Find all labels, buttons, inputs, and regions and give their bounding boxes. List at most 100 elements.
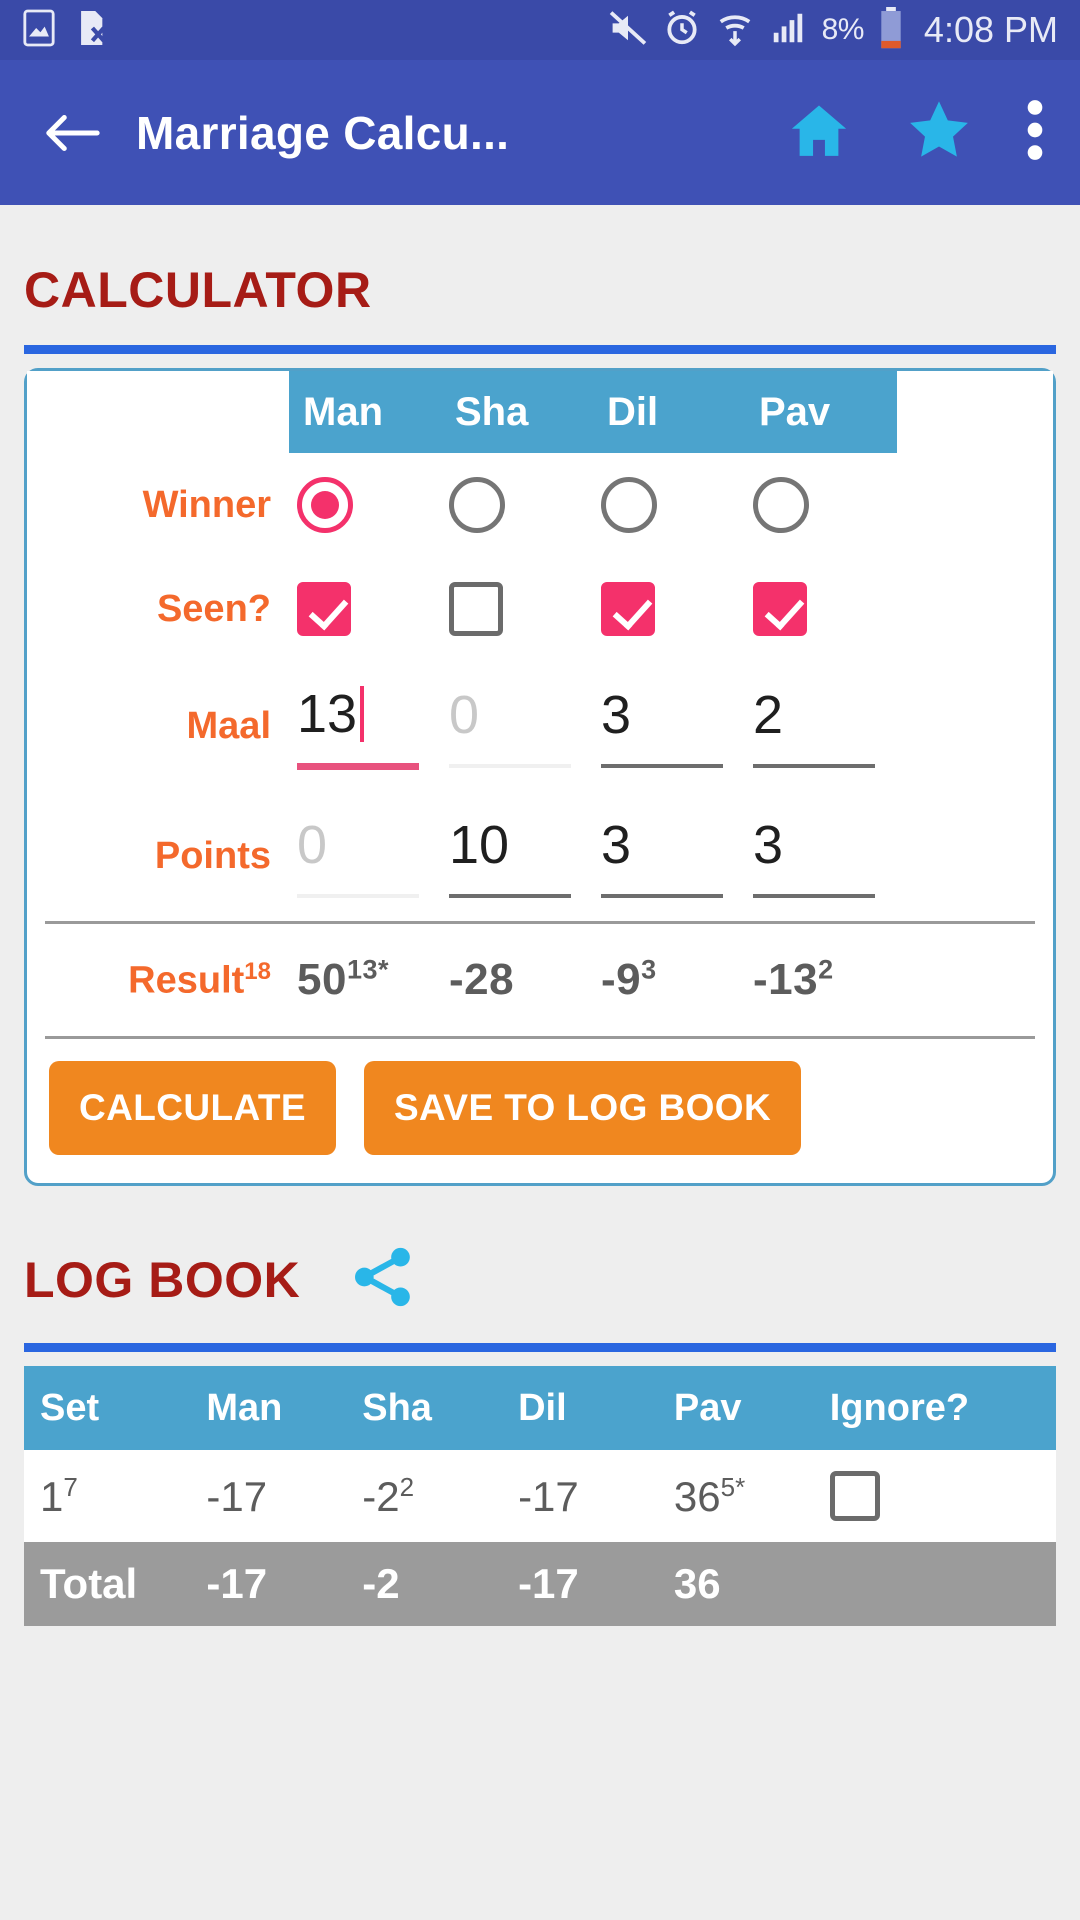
status-bar: 8% 4:08 PM — [0, 0, 1080, 60]
column-header-man: Man — [289, 371, 441, 453]
result-cell-sha: -28 — [441, 924, 593, 1036]
image-icon — [22, 9, 56, 52]
logbook-column-man: Man — [190, 1366, 347, 1450]
ignore-checkbox[interactable] — [829, 1471, 880, 1521]
points-placeholder-man: 0 — [297, 815, 328, 875]
maal-underline-sha — [449, 764, 571, 768]
winner-cell-sha[interactable] — [441, 453, 593, 557]
result-sup-man: 13* — [346, 954, 389, 985]
total-ignore — [813, 1542, 1056, 1626]
calculator-heading: CALCULATOR — [24, 262, 372, 318]
points-underline-man — [297, 894, 419, 898]
total-sha: -2 — [346, 1542, 503, 1626]
logbook-column-pav: Pav — [657, 1366, 814, 1450]
maal-input-pav[interactable]: 2 — [745, 661, 897, 791]
seen-checkbox-dil[interactable] — [601, 582, 655, 636]
winner-row: Winner — [27, 453, 1053, 557]
battery-icon — [879, 6, 903, 54]
calculator-card: Man Sha Dil Pav Winner Seen? Maal 13 0 3… — [24, 368, 1056, 1186]
mute-icon — [608, 9, 648, 52]
maal-input-man[interactable]: 13 — [289, 661, 441, 791]
winner-radio-dil[interactable] — [601, 477, 657, 533]
total-pav: 36 — [657, 1542, 814, 1626]
maal-label: Maal — [186, 704, 271, 747]
home-icon — [791, 105, 847, 156]
share-icon — [355, 1247, 411, 1307]
result-label-superscript: 18 — [244, 957, 271, 985]
result-sup-pav: 2 — [818, 954, 834, 985]
winner-cell-man[interactable] — [289, 453, 441, 557]
result-cell-man: 5013* — [289, 924, 441, 1036]
maal-input-sha[interactable]: 0 — [441, 661, 593, 791]
text-cursor — [360, 685, 365, 742]
status-bar-right-icons: 8% 4:08 PM — [608, 6, 1058, 54]
calculate-button[interactable]: CALCULATE — [49, 1061, 336, 1155]
column-header-sha: Sha — [441, 371, 593, 453]
points-input-pav[interactable]: 3 — [745, 791, 897, 921]
signal-icon — [769, 9, 807, 52]
save-to-log-book-button[interactable]: SAVE TO LOG BOOK — [363, 1061, 802, 1155]
seen-checkbox-sha[interactable] — [449, 582, 503, 636]
logbook-total-row: Total -17 -2 -17 36 — [24, 1542, 1056, 1626]
maal-underline-pav — [753, 764, 875, 768]
status-bar-left-icons — [22, 9, 108, 52]
points-input-man[interactable]: 0 — [289, 791, 441, 921]
maal-value-pav: 2 — [753, 685, 784, 745]
logbook-heading: LOG BOOK — [24, 1251, 301, 1308]
share-button[interactable] — [348, 1242, 418, 1317]
logbook-set-number: 17 — [24, 1450, 191, 1542]
points-input-sha[interactable]: 10 — [441, 791, 593, 921]
logbook-cell-dil: -17 — [502, 1450, 658, 1542]
more-vert-icon — [1027, 100, 1043, 160]
logbook-cell-pav: 365* — [657, 1450, 814, 1542]
seen-checkbox-pav[interactable] — [753, 582, 807, 636]
home-button[interactable] — [786, 99, 852, 166]
maal-input-dil[interactable]: 3 — [593, 661, 745, 791]
points-underline-dil — [601, 894, 723, 898]
winner-cell-dil[interactable] — [593, 453, 745, 557]
winner-label: Winner — [142, 483, 271, 526]
favorite-button[interactable] — [904, 97, 974, 168]
points-underline-pav — [753, 894, 875, 898]
logbook-divider — [24, 1343, 1056, 1352]
result-table: Result18 5013* -28 -93 -132 — [27, 924, 1053, 1036]
back-arrow-icon — [46, 114, 100, 151]
winner-cell-pav[interactable] — [745, 453, 897, 557]
seen-cell-dil[interactable] — [593, 557, 745, 661]
logbook-section-header: LOG BOOK — [24, 1186, 1056, 1317]
overflow-menu-button[interactable] — [1026, 99, 1044, 166]
points-input-dil[interactable]: 3 — [593, 791, 745, 921]
page-content: CALCULATOR Man Sha Dil Pav Winner Seen? … — [0, 205, 1080, 1626]
result-cell-pav: -132 — [745, 924, 897, 1036]
seen-cell-pav[interactable] — [745, 557, 897, 661]
result-value-pav: -13 — [753, 955, 819, 1005]
seen-cell-sha[interactable] — [441, 557, 593, 661]
column-header-dil: Dil — [593, 371, 745, 453]
battery-percent: 8% — [821, 13, 865, 46]
seen-checkbox-man[interactable] — [297, 582, 351, 636]
winner-radio-pav[interactable] — [753, 477, 809, 533]
result-value-dil: -9 — [601, 955, 642, 1005]
points-underline-sha — [449, 894, 571, 898]
points-value-dil: 3 — [601, 815, 632, 875]
result-sup-dil: 3 — [641, 954, 657, 985]
points-value-pav: 3 — [753, 815, 784, 875]
seen-cell-man[interactable] — [289, 557, 441, 661]
maal-underline-dil — [601, 764, 723, 768]
winner-radio-sha[interactable] — [449, 477, 505, 533]
winner-radio-man[interactable] — [297, 477, 353, 533]
result-label: Result18 — [128, 957, 271, 1002]
table-row: 17 -17 -22 -17 365* — [24, 1450, 1056, 1542]
calculator-table: Man Sha Dil Pav Winner Seen? Maal 13 0 3… — [27, 371, 1053, 921]
app-bar-actions — [786, 97, 1050, 168]
maal-value-dil: 3 — [601, 685, 632, 745]
calculator-divider — [24, 345, 1056, 354]
logbook-header-row: Set Man Sha Dil Pav Ignore? — [24, 1366, 1056, 1450]
page-title: Marriage Calcu... — [136, 106, 510, 159]
logbook-column-dil: Dil — [502, 1366, 658, 1450]
maal-row: Maal 13 0 3 2 — [27, 661, 1053, 791]
back-button[interactable] — [30, 109, 114, 157]
maal-underline-man — [297, 762, 419, 770]
logbook-cell-sha: -22 — [346, 1450, 503, 1542]
logbook-ignore-cell[interactable] — [813, 1450, 1056, 1542]
